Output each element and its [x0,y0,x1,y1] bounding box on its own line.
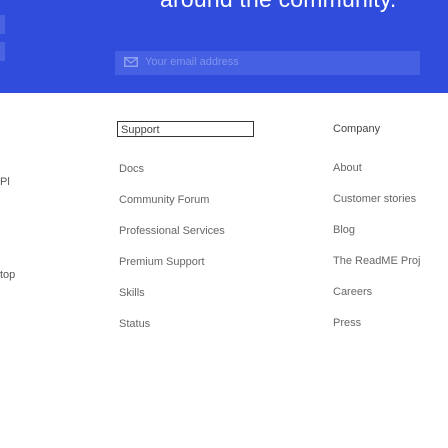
hero-side-decoration-top [0,15,5,34]
email-placeholder: Your email address [145,56,239,68]
left-edge-label: Pl [0,176,10,188]
page: around the community. Your email address… [0,0,448,448]
support-link-professional-services[interactable]: Professional Services [119,216,254,247]
support-links-column: Support Docs Community Forum Professiona… [117,121,254,340]
company-links-column: Company About Customer stories Blog The … [333,122,420,339]
company-links-list: About Customer stories Blog The ReadME P… [333,153,420,339]
support-link-docs[interactable]: Docs [119,154,254,185]
left-edge-label: top [0,269,16,281]
support-heading[interactable]: Support [117,121,254,137]
support-links-list: Docs Community Forum Professional Servic… [119,154,254,340]
newsletter-hero: around the community. Your email address [0,0,448,93]
mail-icon [124,57,138,67]
support-link-community-forum[interactable]: Community Forum [119,185,254,216]
company-link-customer-stories[interactable]: Customer stories [333,184,420,215]
hero-side-decoration-bottom [0,42,5,61]
company-link-readme-project[interactable]: The ReadME Proj [333,246,420,277]
hero-heading: around the community. [160,0,396,13]
company-link-press[interactable]: Press [333,308,420,339]
company-heading: Company [333,123,381,135]
support-link-skills[interactable]: Skills [119,278,254,309]
support-link-status[interactable]: Status [119,309,254,340]
company-link-careers[interactable]: Careers [333,277,420,308]
company-link-about[interactable]: About [333,153,420,184]
support-link-premium-support[interactable]: Premium Support [119,247,254,278]
company-link-blog[interactable]: Blog [333,215,420,246]
